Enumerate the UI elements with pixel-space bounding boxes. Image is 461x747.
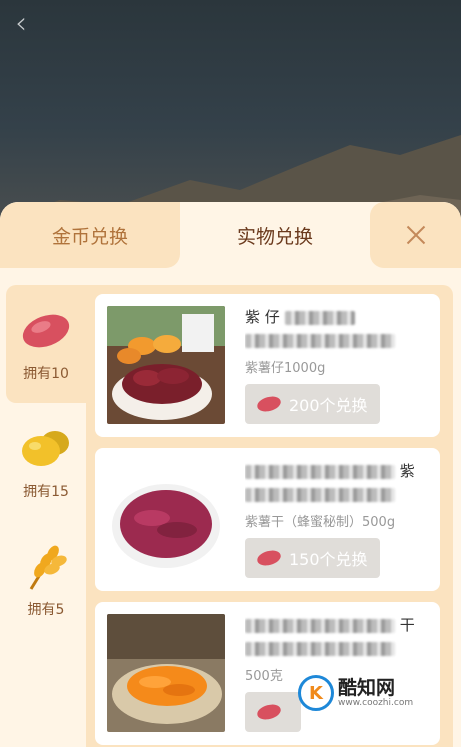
product-subtitle: 紫薯仔1000g <box>245 361 326 376</box>
tab-coin-exchange[interactable]: 金币兑换 <box>0 202 180 268</box>
close-button[interactable] <box>370 202 461 268</box>
header-background: ‹ <box>0 0 461 230</box>
watermark-name: 酷知网 <box>338 677 396 699</box>
close-icon <box>406 225 426 245</box>
potato-icon <box>22 431 69 466</box>
chevron-left-icon: ‹ <box>15 5 27 41</box>
product-card[interactable]: 紫 紫薯干（蜂蜜秘制）500g 150个兑换 <box>95 448 440 591</box>
tab-physical-exchange[interactable]: 实物兑换 <box>180 202 370 268</box>
tab-bar: 金币兑换 实物兑换 <box>0 202 461 268</box>
product-title: 干 <box>245 614 425 660</box>
sidebar-item-label: 拥有10 <box>23 366 69 382</box>
sweet-potato-icon <box>22 314 70 348</box>
product-title: 紫 仔 <box>245 306 425 352</box>
product-subtitle: 500克 <box>245 669 283 684</box>
watermark-url: www.coozhi.com <box>338 698 414 708</box>
category-sidebar: 拥有10 拥有15 拥有5 <box>6 285 86 747</box>
wheat-icon <box>29 545 67 590</box>
product-card[interactable]: 紫 仔 紫薯仔1000g 200个兑换 <box>95 294 440 437</box>
orange-sweet-potato-strips-image <box>107 614 225 732</box>
sidebar-item-sweet-potato[interactable]: 拥有10 <box>6 285 86 403</box>
exchange-button-label: 150个兑换 <box>289 550 368 569</box>
exchange-button[interactable]: 150个兑换 <box>245 538 380 578</box>
sidebar-item-potato[interactable]: 拥有15 <box>6 403 86 521</box>
product-subtitle: 紫薯干（蜂蜜秘制）500g <box>245 515 396 530</box>
sidebar-item-label: 拥有5 <box>27 602 65 618</box>
sweet-potato-icon <box>257 704 281 720</box>
product-title: 紫 <box>245 460 425 506</box>
back-button[interactable]: ‹ <box>8 5 34 41</box>
sweet-potato-icon <box>257 396 281 412</box>
dried-sweet-potato-image <box>107 306 225 424</box>
sidebar-item-wheat[interactable]: 拥有5 <box>6 521 86 639</box>
exchange-button[interactable]: 200个兑换 <box>245 384 380 424</box>
sweet-potato-icon <box>257 550 281 566</box>
watermark-logo: K <box>298 675 334 711</box>
purple-sweet-potato-strips-image <box>107 460 225 578</box>
watermark: K 酷知网 www.coozhi.com <box>298 672 448 714</box>
exchange-button[interactable] <box>245 692 301 732</box>
exchange-button-label: 200个兑换 <box>289 396 368 415</box>
sidebar-item-label: 拥有15 <box>23 484 69 500</box>
